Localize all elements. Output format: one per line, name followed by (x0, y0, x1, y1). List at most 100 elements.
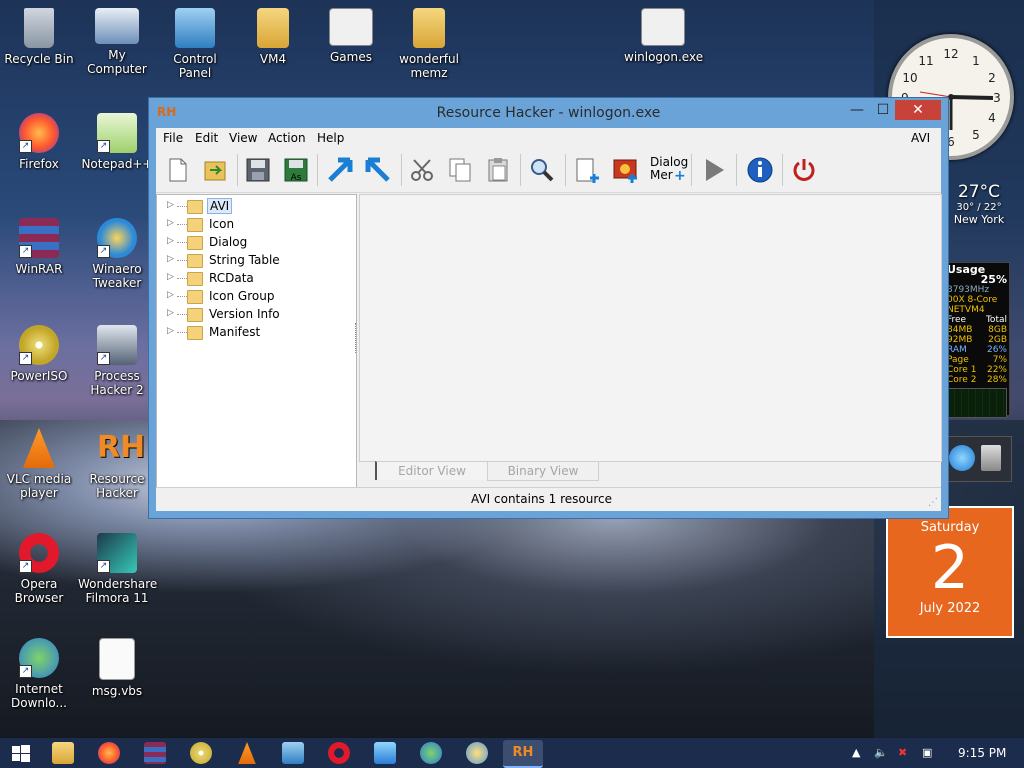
desktop-icon-games[interactable]: Games (312, 8, 390, 64)
start-icon[interactable] (10, 742, 32, 764)
speaker-muted-icon[interactable]: 🔈 (874, 746, 888, 759)
menu-view[interactable]: View (229, 131, 257, 145)
desktop-icon-notepadpp[interactable]: ↗ Notepad++ (78, 113, 156, 171)
compile-arrow-icon[interactable] (326, 156, 354, 184)
dialog-menu-icon[interactable]: Dialog Mer + (650, 156, 688, 184)
add-image-icon[interactable] (612, 156, 640, 184)
exe-window-icon (641, 8, 685, 46)
clock-time[interactable]: 9:15 PM (958, 746, 1006, 760)
menu-action[interactable]: Action (268, 131, 306, 145)
expand-arrow-icon[interactable]: ▷ (167, 200, 174, 210)
desktop-icon-vm4[interactable]: VM4 (234, 8, 312, 66)
desktop-icon-firefox[interactable]: ↗ Firefox (0, 113, 78, 171)
weather-gadget[interactable]: 27°C 30° / 22° New York (944, 182, 1014, 226)
close-button[interactable]: ✕ (895, 100, 941, 120)
expand-arrow-icon[interactable]: ▷ (167, 308, 174, 318)
tree-item-label: RCData (209, 271, 254, 285)
resource-tree[interactable]: ▷ AVI ▷ Icon ▷ Dialog ▷ String Table ▷ R… (156, 194, 357, 488)
internet-download-manager-icon: ↗ (19, 638, 59, 678)
control-panel-icon[interactable] (282, 742, 304, 764)
desktop-icon-recycle-bin[interactable]: Recycle Bin (0, 8, 78, 66)
expand-arrow-icon[interactable]: ▷ (167, 290, 174, 300)
winrar-icon[interactable] (144, 742, 166, 764)
minimize-button[interactable]: — (843, 100, 871, 120)
vlc-icon[interactable] (238, 742, 256, 764)
idm-icon[interactable] (420, 742, 442, 764)
resource-hacker-window[interactable]: RH Resource Hacker - winlogon.exe — ☐ ✕ … (148, 97, 949, 519)
gadget-icons-strip[interactable] (944, 436, 1012, 482)
shortcut-arrow-icon: ↗ (97, 140, 110, 153)
save-as-icon[interactable]: As (282, 156, 310, 184)
tray-overflow-icon[interactable]: ▲ (852, 746, 860, 759)
desktop-icon-poweriso[interactable]: ↗ PowerISO (0, 325, 78, 383)
find-icon[interactable] (528, 156, 556, 184)
desktop-icon-idm[interactable]: ↗ Internet Downlo... (0, 638, 78, 710)
weather-city: New York (953, 213, 1005, 226)
save-icon[interactable] (244, 156, 272, 184)
cpu-host: NETVM4 (947, 305, 985, 315)
cpu-row: Core 2 28% (947, 375, 1007, 385)
desktop-icon-opera[interactable]: ↗ Opera Browser (0, 533, 78, 605)
desktop-icon-winlogon[interactable]: winlogon.exe (624, 8, 703, 64)
shortcut-arrow-icon: ↗ (97, 560, 110, 573)
toolbar-separator (736, 154, 737, 186)
desktop-icon-wonderful-memz[interactable]: wonderful memz (390, 8, 468, 80)
menu-help[interactable]: Help (317, 131, 344, 145)
file-explorer-icon[interactable] (52, 742, 74, 764)
resize-grip-icon[interactable]: ⋰ (928, 497, 938, 508)
add-resource-icon[interactable] (574, 156, 602, 184)
new-file-icon[interactable] (164, 156, 192, 184)
games-window-icon (329, 8, 373, 46)
toolbar-separator (401, 154, 402, 186)
paste-icon[interactable] (484, 156, 512, 184)
menu-edit[interactable]: Edit (195, 131, 218, 145)
desktop-icon-winrar[interactable]: ↗ WinRAR (0, 218, 78, 276)
desktop-icon-winaero[interactable]: ↗ Winaero Tweaker (78, 218, 156, 290)
desktop-icon-resource-hacker[interactable]: RH Resource Hacker (78, 428, 156, 500)
open-file-icon[interactable] (202, 156, 230, 184)
run-script-icon[interactable] (700, 156, 728, 184)
firefox-icon[interactable] (98, 742, 120, 764)
tab-editor-view[interactable]: Editor View (375, 461, 488, 480)
desktop-icon-process-hacker[interactable]: ↗ Process Hacker 2 (78, 325, 156, 397)
shortcut-arrow-icon: ↗ (97, 352, 110, 365)
powertoys-icon[interactable] (466, 742, 488, 764)
expand-arrow-icon[interactable]: ▷ (167, 218, 174, 228)
filmora-icon: ↗ (97, 533, 137, 573)
power-icon[interactable] (790, 156, 818, 184)
folder-icon (187, 326, 203, 340)
expand-arrow-icon[interactable]: ▷ (167, 254, 174, 264)
desktop-icon-my-computer[interactable]: My Computer (78, 8, 156, 76)
flag-icon[interactable]: ✖ (898, 746, 907, 759)
opera-icon[interactable] (328, 742, 350, 764)
maximize-button[interactable]: ☐ (869, 100, 897, 120)
desktop-icon-label: My Computer (87, 48, 147, 76)
process-hacker-icon[interactable] (374, 742, 396, 764)
user-folder-icon (257, 8, 289, 48)
resource-hacker-icon: RH (97, 430, 146, 465)
poweriso-icon[interactable] (190, 742, 212, 764)
desktop-icon-msg-vbs[interactable]: msg.vbs (78, 638, 156, 698)
cut-icon[interactable] (408, 156, 436, 184)
cpu-meter-gadget[interactable]: Usage 25% 3793MHz 00X 8-Core NETVM4 Free… (944, 262, 1010, 418)
desktop-icon-label: PowerISO (10, 369, 68, 383)
expand-arrow-icon[interactable]: ▷ (167, 326, 174, 336)
tree-item-label: AVI (207, 198, 233, 214)
window-titlebar[interactable]: RH Resource Hacker - winlogon.exe — ☐ ✕ (149, 98, 948, 128)
expand-arrow-icon[interactable]: ▷ (167, 272, 174, 282)
shortcut-arrow-icon: ↗ (97, 245, 110, 258)
shortcut-arrow-icon: ↗ (19, 245, 32, 258)
expand-arrow-icon[interactable]: ▷ (167, 236, 174, 246)
editor-pane[interactable] (359, 194, 942, 462)
copy-icon[interactable] (446, 156, 474, 184)
network-icon[interactable]: ▣ (922, 746, 932, 759)
desktop-icon-vlc[interactable]: VLC media player (0, 428, 78, 500)
desktop-icon-control-panel[interactable]: Control Panel (156, 8, 234, 80)
info-icon[interactable] (746, 156, 774, 184)
desktop-icon-filmora[interactable]: ↗ Wondershare Filmora 11 (78, 533, 157, 605)
back-arrow-icon[interactable] (364, 156, 392, 184)
tab-binary-view[interactable]: Binary View (487, 461, 599, 481)
menu-file[interactable]: File (163, 131, 183, 145)
resource-hacker-taskbar-button[interactable]: RH (503, 740, 543, 768)
calendar-gadget[interactable]: Saturday 2 July 2022 (886, 506, 1014, 638)
